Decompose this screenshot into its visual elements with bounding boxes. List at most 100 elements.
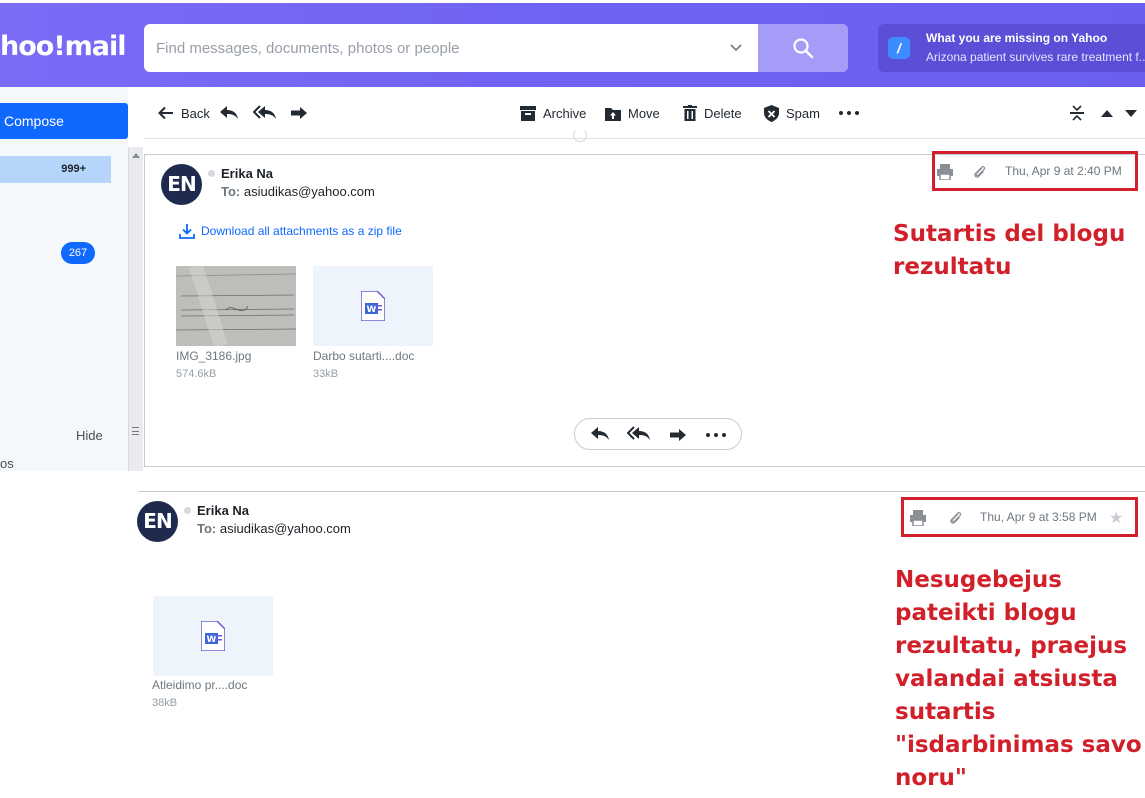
annotation-line: noru" [895,765,967,791]
annotation-line: sutartis [895,699,996,725]
star-icon[interactable]: ★ [1109,508,1123,528]
move-button[interactable]: Move [605,87,660,139]
attachment-name[interactable]: Atleidimo pr....doc [152,678,247,692]
recipient-address[interactable]: asiudikas@yahoo.com [220,521,351,536]
attachment-doc-thumbnail[interactable]: W [153,596,273,676]
collapse-all-button[interactable] [1069,87,1085,139]
attachment-size: 33kB [313,368,339,380]
annotation-line: Nesugebejus [895,567,1062,593]
attachment-doc-thumbnail[interactable]: W [313,266,433,346]
search-icon [793,38,814,59]
promo-banner[interactable]: / What you are missing on Yahoo Arizona … [878,24,1145,72]
avatar[interactable]: EN [161,164,202,205]
recipient-line: To: asiudikas@yahoo.com [221,184,375,199]
sidebar-scrollbar[interactable] [128,147,143,471]
to-label: To: [197,521,217,536]
move-label: Move [628,105,660,121]
inbox-count: 999+ [61,163,86,175]
email-date: Thu, Apr 9 at 3:58 PM [980,510,1097,524]
word-doc-icon: W [201,621,225,651]
more-dots-icon[interactable] [706,433,726,437]
delete-button[interactable]: Delete [683,87,742,139]
annotation-line: rezultatu, praejus [895,633,1128,659]
forward-icon[interactable] [669,428,687,442]
download-all-link[interactable]: Download all attachments as a zip file [179,223,402,239]
archive-label: Archive [543,105,587,121]
sender-name[interactable]: Erika Na [197,503,249,518]
reply-all-button[interactable] [253,87,277,139]
shield-icon [764,104,779,122]
printer-icon[interactable] [937,164,953,180]
spam-button[interactable]: Spam [764,87,820,139]
caret-up-icon [1101,109,1113,117]
email-message-1: EN Erika Na To: asiudikas@yahoo.com Down… [144,154,1145,467]
email-1-meta-highlight: Thu, Apr 9 at 2:40 PM [932,151,1138,191]
trash-icon [683,105,697,121]
archive-icon [520,105,536,121]
sender-name[interactable]: Erika Na [221,166,273,181]
quick-actions-bar [574,418,742,450]
search-input[interactable] [144,24,758,72]
document-photo-preview [176,266,296,346]
annotation-line: valandai atsiusta [895,666,1118,692]
divider [144,466,1145,467]
annotation-line: Sutartis del blogu [893,221,1126,247]
forward-button[interactable] [290,87,308,139]
chevron-down-icon[interactable] [729,41,743,55]
annotation-line: pateikti blogu [895,600,1077,626]
recipient-address[interactable]: asiudikas@yahoo.com [244,184,375,199]
annotation-2: Nesugebejus pateikti blogu rezultatu, pr… [895,564,1142,795]
annotation-line: rezultatu [893,254,1012,280]
more-actions-button[interactable] [839,87,859,139]
annotation-1: Sutartis del blogu rezultatu [893,218,1125,284]
reply-icon[interactable] [590,426,610,442]
back-label: Back [181,105,210,121]
app-header: hoo!mail / What you are missing on Yahoo… [0,3,1145,87]
reply-button[interactable] [219,87,239,139]
word-doc-icon: W [361,291,385,321]
resize-grip-icon[interactable] [132,427,139,435]
more-dots-icon [839,111,859,115]
attachment-size: 574.6kB [176,368,217,380]
email-date: Thu, Apr 9 at 2:40 PM [1005,164,1122,178]
avatar[interactable]: EN [137,501,178,542]
paperclip-icon [974,165,986,178]
yahoo-mail-logo[interactable]: hoo!mail [0,31,126,62]
attachment-name[interactable]: Darbo sutarti....doc [313,349,414,363]
caret-down-icon [1125,109,1137,117]
spam-label: Spam [786,105,820,121]
attachment-name[interactable]: IMG_3186.jpg [176,349,251,363]
collapse-icon [1070,105,1084,121]
folder-count-badge: 267 [61,242,95,264]
reply-icon [220,106,238,119]
hide-link[interactable]: Hide [76,428,103,443]
delete-label: Delete [704,105,742,121]
download-all-label: Download all attachments as a zip file [201,224,402,238]
forward-icon [291,107,307,119]
divider [138,491,1145,492]
reply-all-icon [253,105,276,119]
news-app-icon: / [888,37,910,59]
sidebar-item-inbox[interactable]: 999+ [0,156,111,183]
email-2-meta-highlight: Thu, Apr 9 at 3:58 PM ★ [901,497,1138,537]
download-icon [179,224,195,239]
loading-spinner-icon [573,128,587,142]
annotation-line: "isdarbinimas savo [895,732,1142,758]
compose-button[interactable]: Compose [0,103,128,139]
read-status-dot[interactable] [184,507,191,514]
recipient-line: To: asiudikas@yahoo.com [197,521,351,536]
read-status-dot[interactable] [208,170,215,177]
scroll-up-icon[interactable] [132,153,140,158]
search-button[interactable] [758,24,848,72]
to-label: To: [221,184,241,199]
promo-subtitle: Arizona patient survives rare treatment … [926,50,1145,64]
printer-icon[interactable] [910,510,926,526]
attachment-image-thumbnail[interactable] [176,266,296,346]
previous-message-button[interactable] [1101,87,1113,139]
reply-all-icon[interactable] [627,426,651,442]
search-bar[interactable] [144,24,848,72]
attachment-size: 38kB [152,697,178,709]
back-button[interactable]: Back [158,87,210,139]
next-message-button[interactable] [1125,87,1137,139]
sidebar-item-label[interactable]: os [0,456,14,471]
